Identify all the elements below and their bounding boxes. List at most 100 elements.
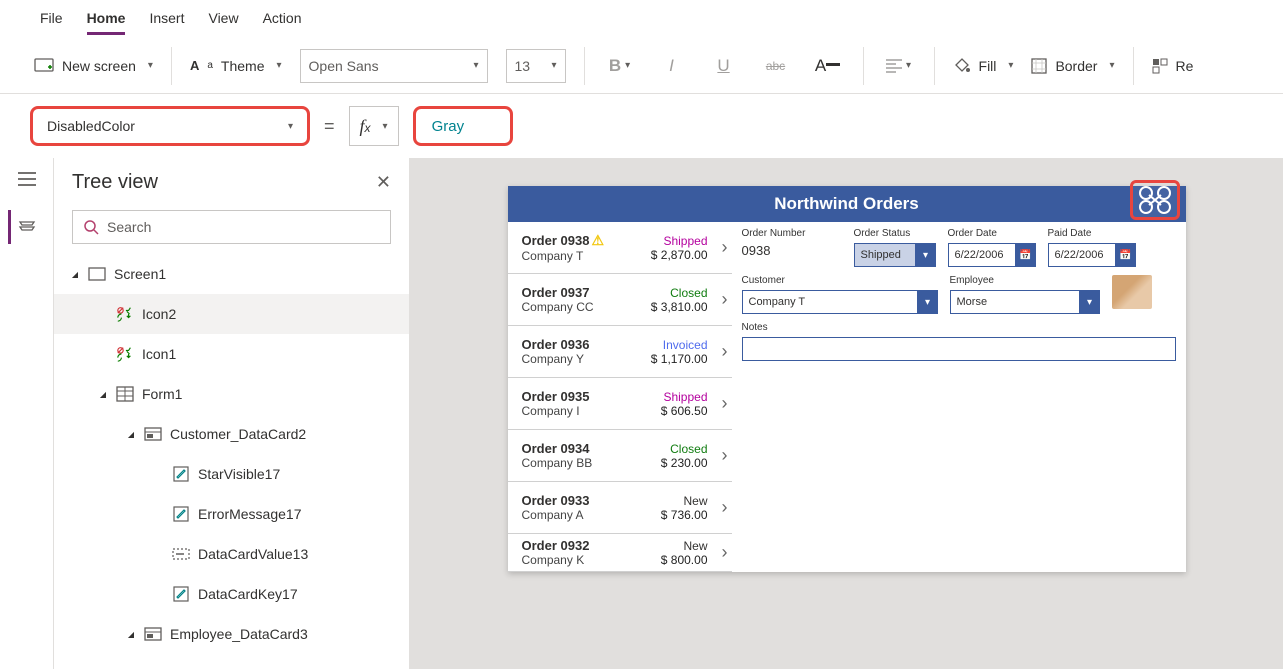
tree-item-label: ErrorMessage17 <box>198 506 302 522</box>
search-input[interactable]: Search <box>72 210 391 244</box>
tree-view-rail[interactable] <box>8 210 42 244</box>
toolbar: New screen▾ Aa Theme▾ Open Sans▾ 13▾ B▾ … <box>0 38 1283 94</box>
order-list: Order 0938⚠Company TShipped$ 2,870.00›Or… <box>508 222 732 572</box>
card-icon <box>144 627 162 641</box>
reorder-button[interactable]: Re <box>1152 58 1194 74</box>
hamburger-icon[interactable] <box>10 162 44 196</box>
calendar-icon[interactable]: 📅 <box>1016 243 1036 267</box>
card-icon <box>144 427 162 441</box>
tree-item-errormessage17[interactable]: ErrorMessage17 <box>54 494 409 534</box>
edit-icon <box>172 466 190 482</box>
italic-button[interactable]: I <box>655 49 689 83</box>
employee-label: Employee <box>950 275 1100 286</box>
order-status-select[interactable]: Shipped <box>854 243 916 267</box>
border-button[interactable]: Border▾ <box>1031 58 1114 74</box>
notes-input[interactable] <box>742 337 1176 361</box>
chevron-down-icon[interactable]: ▾ <box>916 243 936 267</box>
iconctrl-icon <box>116 306 134 322</box>
edit-icon <box>172 506 190 522</box>
tree-item-label: DataCardValue13 <box>198 546 308 562</box>
formula-bar: DisabledColor ▾ = fx▾ Gray <box>0 94 1283 158</box>
tree-item-employee_datacard3[interactable]: ◢Employee_DataCard3 <box>54 614 409 654</box>
left-rail <box>0 158 54 669</box>
chevron-down-icon[interactable]: ▾ <box>1080 290 1100 314</box>
textbox-icon <box>172 548 190 560</box>
font-color-button[interactable]: A <box>811 49 845 83</box>
tree-item-starvisible17[interactable]: StarVisible17 <box>54 454 409 494</box>
theme-button[interactable]: Aa Theme▾ <box>190 58 282 74</box>
calendar-icon[interactable]: 📅 <box>1116 243 1136 267</box>
chevron-down-icon: ▾ <box>473 60 478 71</box>
detail-form: Order Number 0938 Order Status Shipped ▾… <box>732 222 1186 572</box>
screen-icon <box>88 267 106 281</box>
tree-item-label: DataCardKey17 <box>198 586 298 602</box>
chevron-down-icon[interactable]: ▾ <box>918 290 938 314</box>
form-icon <box>116 386 134 402</box>
tree-item-icon1[interactable]: Icon1 <box>54 334 409 374</box>
order-item[interactable]: Order 0935Company IShipped$ 606.50› <box>508 378 732 430</box>
tree-item-label: Form1 <box>142 386 182 402</box>
font-select[interactable]: Open Sans▾ <box>300 49 488 83</box>
order-item[interactable]: Order 0933Company ANew$ 736.00› <box>508 482 732 534</box>
chevron-down-icon: ▾ <box>551 60 556 71</box>
tree-item-icon2[interactable]: Icon2 <box>54 294 409 334</box>
chevron-down-icon: ▾ <box>148 60 153 71</box>
notes-label: Notes <box>742 322 1176 333</box>
customer-select[interactable]: Company T <box>742 290 918 314</box>
menu-action[interactable]: Action <box>263 6 302 32</box>
menu-home[interactable]: Home <box>87 6 126 35</box>
tree-item-datacardkey17[interactable]: DataCardKey17 <box>54 574 409 614</box>
property-select[interactable]: DisabledColor ▾ <box>30 106 310 146</box>
order-date-input[interactable]: 6/22/2006 <box>948 243 1016 267</box>
tree-item-datacardvalue13[interactable]: DataCardValue13 <box>54 534 409 574</box>
tree-item-label: Employee_DataCard3 <box>170 626 308 642</box>
align-button[interactable]: ▾ <box>882 49 916 83</box>
order-item[interactable]: Order 0934Company BBClosed$ 230.00› <box>508 430 732 482</box>
menu-insert[interactable]: Insert <box>149 6 184 32</box>
chevron-right-icon: › <box>722 445 728 466</box>
order-item[interactable]: Order 0938⚠Company TShipped$ 2,870.00› <box>508 222 732 274</box>
underline-button[interactable]: U <box>707 49 741 83</box>
bold-button[interactable]: B▾ <box>603 49 637 83</box>
menu-file[interactable]: File <box>40 6 63 32</box>
order-number-value: 0938 <box>742 243 842 258</box>
avatar <box>1112 275 1152 309</box>
font-size-select[interactable]: 13▾ <box>506 49 566 83</box>
fill-button[interactable]: Fill▾ <box>953 57 1014 75</box>
tree-body: ◢Screen1 Icon2 Icon1◢Form1◢Customer_DataCa… <box>54 254 409 669</box>
tree-item-label: StarVisible17 <box>198 466 280 482</box>
tree-title: Tree view <box>72 171 158 194</box>
tree-item-screen1[interactable]: ◢Screen1 <box>54 254 409 294</box>
order-item[interactable]: Order 0932Company KNew$ 800.00› <box>508 534 732 572</box>
chevron-right-icon: › <box>722 341 728 362</box>
tree-item-label: Customer_DataCard2 <box>170 426 306 442</box>
new-screen-button[interactable]: New screen▾ <box>34 58 153 74</box>
equals-sign: = <box>324 116 335 137</box>
chevron-right-icon: › <box>722 497 728 518</box>
tree-item-label: Icon2 <box>142 306 176 322</box>
close-icon[interactable]: ✕ <box>376 172 391 193</box>
order-item[interactable]: Order 0937Company CCClosed$ 3,810.00› <box>508 274 732 326</box>
paid-date-input[interactable]: 6/22/2006 <box>1048 243 1116 267</box>
employee-select[interactable]: Morse <box>950 290 1080 314</box>
tree-item-form1[interactable]: ◢Form1 <box>54 374 409 414</box>
tree-item-label: Screen1 <box>114 266 166 282</box>
order-status-label: Order Status <box>854 228 936 239</box>
menu-view[interactable]: View <box>208 6 238 32</box>
formula-input[interactable]: Gray <box>413 106 513 146</box>
chevron-right-icon: › <box>722 237 728 258</box>
canvas: Northwind Orders Order 0938⚠Company T <box>410 158 1283 669</box>
menubar: File Home Insert View Action <box>0 0 1283 38</box>
strike-button[interactable]: abc <box>759 49 793 83</box>
chevron-right-icon: › <box>722 542 728 563</box>
search-icon <box>83 219 99 235</box>
paid-date-label: Paid Date <box>1048 228 1136 239</box>
app-preview: Northwind Orders Order 0938⚠Company T <box>508 186 1186 572</box>
order-item[interactable]: Order 0936Company YInvoiced$ 1,170.00› <box>508 326 732 378</box>
tree-item-customer_datacard2[interactable]: ◢Customer_DataCard2 <box>54 414 409 454</box>
sync-icon-selected[interactable] <box>1130 180 1180 220</box>
fx-button[interactable]: fx▾ <box>349 106 399 146</box>
order-date-label: Order Date <box>948 228 1036 239</box>
chevron-right-icon: › <box>722 393 728 414</box>
app-header: Northwind Orders <box>508 186 1186 222</box>
